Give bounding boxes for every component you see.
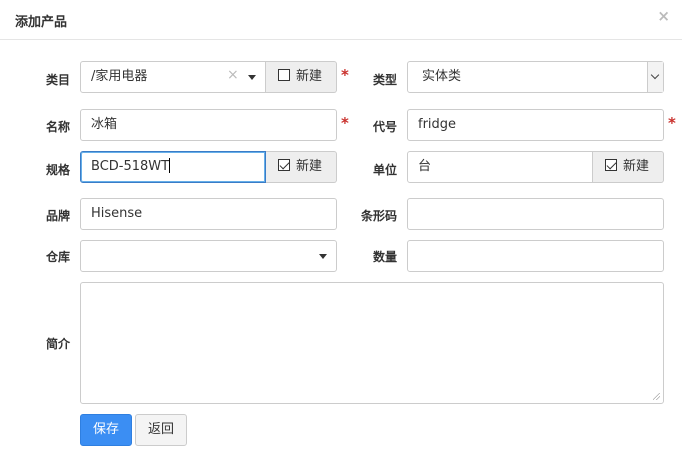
save-button[interactable]: 保存 (80, 414, 132, 446)
category-new-toggle[interactable]: 新建 (266, 61, 337, 93)
dialog-header: 添加产品 × (0, 0, 682, 40)
clear-icon[interactable]: × (227, 67, 239, 83)
name-value: 冰箱 (91, 117, 118, 132)
unit-label: 单位 (372, 163, 397, 177)
text-cursor (169, 158, 171, 173)
type-dropdown-button[interactable] (647, 62, 663, 92)
name-label: 名称 (45, 120, 70, 134)
quantity-input[interactable] (407, 240, 664, 272)
type-value: 实体类 (422, 69, 462, 84)
barcode-label: 条形码 (360, 209, 397, 223)
intro-label: 简介 (45, 337, 70, 351)
code-input[interactable]: fridge (407, 109, 664, 141)
resize-handle-icon[interactable] (653, 393, 660, 400)
category-value: /家用电器 (91, 69, 148, 84)
category-new-label: 新建 (296, 69, 323, 84)
spec-new-toggle[interactable]: 新建 (266, 151, 337, 183)
chevron-down-icon (650, 70, 660, 80)
close-icon[interactable]: × (657, 7, 670, 25)
chevron-down-icon[interactable] (319, 254, 327, 259)
checkbox-icon[interactable] (278, 69, 290, 81)
required-mark: * (668, 114, 676, 132)
intro-textarea[interactable] (80, 282, 664, 404)
dialog-title: 添加产品 (15, 15, 68, 30)
checkbox-checked-icon[interactable] (605, 159, 617, 171)
code-value: fridge (418, 117, 457, 132)
spec-new-label: 新建 (296, 159, 323, 174)
warehouse-label: 仓库 (45, 250, 70, 264)
quantity-label: 数量 (372, 250, 397, 264)
type-label: 类型 (372, 73, 397, 87)
brand-input[interactable]: Hisense (80, 198, 337, 230)
unit-value: 台 (418, 159, 432, 174)
spec-value: BCD-518WT (91, 159, 170, 174)
category-label: 类目 (45, 73, 70, 87)
brand-label: 品牌 (45, 209, 70, 223)
spec-input[interactable]: BCD-518WT (80, 151, 266, 183)
unit-new-toggle[interactable]: 新建 (593, 151, 664, 183)
warehouse-select[interactable] (80, 240, 337, 272)
code-label: 代号 (372, 120, 397, 134)
name-input[interactable]: 冰箱 (80, 109, 337, 141)
back-button[interactable]: 返回 (135, 414, 187, 446)
barcode-input[interactable] (407, 198, 664, 230)
checkbox-checked-icon[interactable] (278, 159, 290, 171)
unit-new-label: 新建 (623, 159, 650, 174)
brand-value: Hisense (91, 206, 143, 221)
type-select[interactable]: 实体类 (407, 61, 664, 93)
chevron-down-icon[interactable] (248, 75, 256, 80)
spec-label: 规格 (45, 163, 70, 177)
unit-input[interactable]: 台 (407, 151, 593, 183)
